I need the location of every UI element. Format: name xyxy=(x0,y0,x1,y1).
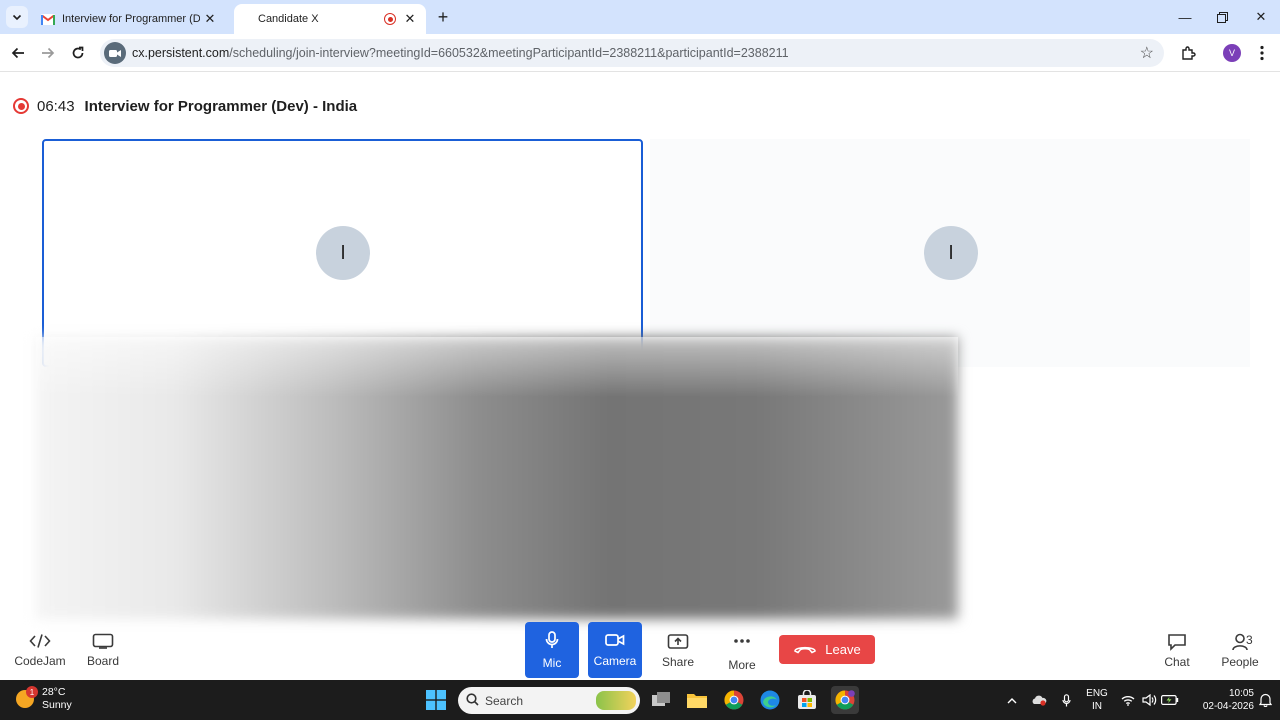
camera-button[interactable]: Camera xyxy=(588,622,642,678)
video-camera-icon xyxy=(605,633,625,650)
meeting-page: 06:43 Interview for Programmer (Dev) - I… xyxy=(0,72,1280,680)
address-bar[interactable]: cx.persistent.com/scheduling/join-interv… xyxy=(100,39,1164,67)
region-code: IN xyxy=(1092,701,1102,712)
tab-gmail-interview[interactable]: Interview for Programmer (Dev) ✕ xyxy=(32,4,226,34)
chat-label: Chat xyxy=(1164,655,1190,669)
chrome-profile-icon[interactable] xyxy=(831,686,859,714)
whiteboard-icon xyxy=(92,630,114,652)
camera-label: Camera xyxy=(593,653,637,668)
board-label: Board xyxy=(86,654,120,668)
clock-date: 02-04-2026 xyxy=(1202,701,1254,712)
more-dots-icon xyxy=(733,630,751,652)
store-icon[interactable] xyxy=(795,688,819,712)
people-label: People xyxy=(1221,655,1259,669)
codejam-label: CodeJam xyxy=(14,654,66,668)
minimize-icon[interactable]: — xyxy=(1166,0,1204,34)
edge-icon[interactable] xyxy=(758,688,782,712)
windows-start-icon[interactable] xyxy=(424,688,448,712)
weather-widget[interactable]: 1 28°C Sunny xyxy=(16,686,72,712)
board-button[interactable]: Board xyxy=(84,630,122,668)
url-text: cx.persistent.com/scheduling/join-interv… xyxy=(132,46,789,60)
sun-weather-icon: 1 xyxy=(16,686,38,708)
blurred-video-overlay-fade xyxy=(36,337,958,397)
forward-icon[interactable] xyxy=(36,41,60,65)
code-icon xyxy=(29,630,51,652)
taskbar-search[interactable]: Search xyxy=(458,687,640,714)
input-language-indicator[interactable]: ENG IN xyxy=(1084,687,1110,713)
recording-indicator-icon xyxy=(13,98,29,114)
site-info-icon[interactable] xyxy=(104,42,126,64)
chevron-down-icon xyxy=(12,14,22,21)
weather-condition: Sunny xyxy=(42,699,72,711)
participant-tile[interactable]: I xyxy=(650,139,1250,367)
weather-badge: 1 xyxy=(26,686,38,698)
volume-icon[interactable] xyxy=(1140,680,1158,720)
temperature: 28°C xyxy=(42,686,66,698)
leave-label: Leave xyxy=(825,642,861,657)
tab-title: Candidate X xyxy=(258,13,319,25)
participant-avatar: I xyxy=(924,226,978,280)
more-button[interactable]: More xyxy=(720,630,764,672)
clock-time: 10:05 xyxy=(1228,688,1254,699)
tab-title: Interview for Programmer (Dev) xyxy=(62,13,200,25)
show-hidden-icons-chevron-icon[interactable] xyxy=(1004,680,1020,720)
recording-icon xyxy=(384,13,396,25)
url-path: /scheduling/join-interview?meetingId=660… xyxy=(229,46,789,60)
close-tab-icon[interactable]: ✕ xyxy=(400,9,420,29)
meeting-header: 06:43 Interview for Programmer (Dev) - I… xyxy=(13,95,357,117)
leave-button[interactable]: Leave xyxy=(779,635,875,664)
more-label: More xyxy=(728,658,756,672)
windows-taskbar: 1 28°C Sunny Search ENG IN 10:05 02-04-2… xyxy=(0,680,1280,720)
task-view-icon[interactable] xyxy=(649,688,673,712)
people-count: 3 xyxy=(1246,633,1253,647)
wifi-icon[interactable] xyxy=(1120,680,1136,720)
onedrive-icon[interactable] xyxy=(1029,680,1049,720)
meeting-timer: 06:43 xyxy=(37,97,75,115)
language-code: ENG xyxy=(1086,688,1108,699)
close-tab-icon[interactable]: ✕ xyxy=(200,9,220,29)
reload-icon[interactable] xyxy=(66,41,90,65)
share-button[interactable]: Share xyxy=(656,631,700,669)
people-button[interactable]: People xyxy=(1218,631,1262,669)
share-screen-icon xyxy=(667,631,689,653)
share-label: Share xyxy=(661,655,695,669)
browser-toolbar: cx.persistent.com/scheduling/join-interv… xyxy=(0,34,1280,72)
meeting-title: Interview for Programmer (Dev) - India xyxy=(84,97,358,115)
chat-bubble-icon xyxy=(1167,631,1187,653)
bookmark-star-icon[interactable]: ☆ xyxy=(1140,43,1154,63)
participant-tile[interactable]: I xyxy=(42,139,643,367)
chrome-icon[interactable] xyxy=(722,688,746,712)
tab-search-button[interactable] xyxy=(6,6,28,28)
mic-button[interactable]: Mic xyxy=(525,622,579,678)
taskbar-clock[interactable]: 10:05 02-04-2026 xyxy=(1186,687,1254,713)
browser-menu-icon[interactable] xyxy=(1250,41,1274,65)
extensions-icon[interactable] xyxy=(1176,41,1200,65)
microphone-icon xyxy=(545,630,559,652)
url-domain: cx.persistent.com xyxy=(132,46,230,60)
codejam-button[interactable]: CodeJam xyxy=(14,630,66,668)
restore-icon[interactable] xyxy=(1203,0,1241,34)
profile-avatar[interactable]: V xyxy=(1220,41,1244,65)
browser-tab-strip: Interview for Programmer (Dev) ✕ Candida… xyxy=(0,0,1280,34)
search-placeholder: Search xyxy=(485,693,524,708)
microphone-in-use-icon[interactable] xyxy=(1058,680,1074,720)
tab-candidate[interactable]: Candidate X ✕ xyxy=(234,4,426,34)
mic-label: Mic xyxy=(542,655,562,670)
back-icon[interactable] xyxy=(6,41,30,65)
weather-text: 28°C Sunny xyxy=(42,686,72,712)
file-explorer-icon[interactable] xyxy=(685,688,709,712)
search-icon xyxy=(466,692,479,709)
chat-button[interactable]: Chat xyxy=(1160,631,1194,669)
participant-avatar: I xyxy=(316,226,370,280)
hang-up-phone-icon xyxy=(793,642,817,657)
close-window-icon[interactable]: ✕ xyxy=(1242,0,1280,34)
battery-charging-icon[interactable] xyxy=(1160,680,1180,720)
new-tab-button[interactable]: + xyxy=(432,6,454,28)
search-highlight-icon xyxy=(596,691,636,710)
notifications-bell-icon[interactable] xyxy=(1256,680,1274,720)
profile-initial: V xyxy=(1223,44,1241,62)
gmail-icon xyxy=(40,13,56,25)
